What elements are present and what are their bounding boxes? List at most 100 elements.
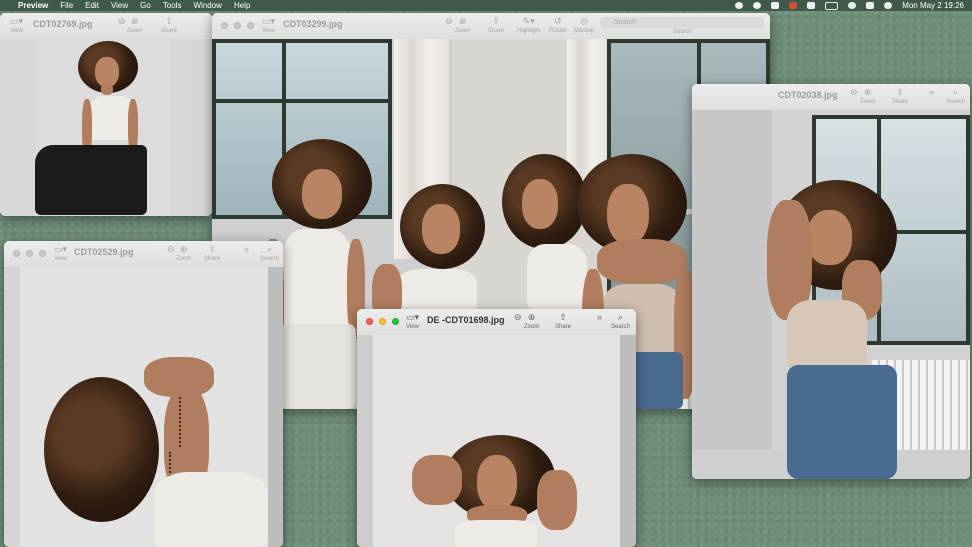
siri-icon[interactable] [884,2,893,9]
window-title: DE -CDT01698.jpg [427,315,505,325]
window-controls [366,318,399,325]
highlighter-icon: ✎▾ [522,16,535,26]
menu-file[interactable]: File [60,0,73,11]
window-title: CDT03299.jpg [283,19,343,29]
zoom-out-icon: ⊖ [118,16,126,26]
view-button[interactable]: ▭▾ View [54,244,67,262]
window-toolbar: ▭▾ View DE -CDT01698.jpg ⊖ ⊕ Zoom ⇧ Share »… [357,309,636,336]
cloud-icon[interactable] [753,2,762,9]
close-button[interactable] [13,250,20,257]
share-icon: ⇧ [896,87,904,97]
more-button[interactable]: » [597,312,602,324]
more-button[interactable]: » [244,244,249,256]
zoom-in-button[interactable]: ⊕ Zoom [127,16,142,34]
zoom-in-button[interactable]: ⊕ Zoom [176,244,191,262]
image-canvas [4,267,283,547]
image-canvas [0,39,212,216]
markup-button[interactable]: ◎ Markup [574,16,594,34]
view-button[interactable]: ▭▾ View [10,16,23,34]
search-button[interactable]: ⌕ Search [946,87,965,105]
menu-tools[interactable]: Tools [163,0,182,11]
zoom-out-icon: ⊖ [167,244,175,254]
sidebar-icon: ▭▾ [406,312,420,322]
window-toolbar: ▭▾ View CDT02529.jpg ⊖ ⊕ Zoom ⇧ Share » ⌕ Se… [4,241,283,268]
zoom-in-icon: ⊕ [179,244,188,254]
zoom-out-button[interactable]: ⊖ [118,16,126,28]
window-controls [221,22,254,29]
zoom-out-icon: ⊖ [445,16,453,26]
wifi-icon[interactable] [848,2,857,9]
menu-edit[interactable]: Edit [85,0,99,11]
share-button[interactable]: ⇧ Share [161,16,177,34]
zoom-in-icon: ⊕ [863,87,872,97]
chevrons-right-icon: » [244,244,250,254]
share-icon: ⇧ [492,16,500,26]
zoom-out-button[interactable]: ⊖ [514,312,522,324]
preview-window-de-cdt01698[interactable]: ▭▾ View DE -CDT01698.jpg ⊖ ⊕ Zoom ⇧ Share »… [357,309,636,547]
markup-icon: ◎ [580,16,588,26]
fullscreen-button[interactable] [247,22,254,29]
minimize-button[interactable] [234,22,241,29]
zoom-out-button[interactable]: ⊖ [445,16,453,28]
share-icon: ⇧ [208,244,216,254]
minimize-button[interactable] [379,318,386,325]
control-center-icon[interactable] [866,2,875,9]
window-controls [13,250,46,257]
highlight-button[interactable]: ✎▾ Highlight [517,16,540,34]
fullscreen-button[interactable] [39,250,46,257]
zoom-out-button[interactable]: ⊖ [167,244,175,256]
menu-window[interactable]: Window [194,0,222,11]
share-icon: ⇧ [165,16,173,26]
menu-go[interactable]: Go [140,0,151,11]
keyboard-icon[interactable] [807,2,816,9]
menu-help[interactable]: Help [234,0,250,11]
window-toolbar: ▭▾ View CDT02769.jpg ⊖ ⊕ Zoom ⇧ Share [0,13,212,40]
minimize-button[interactable] [26,250,33,257]
preview-window-cdt02038[interactable]: CDT02038.jpg ⊖ ⊕ Zoom ⇧ Share » ⌕ Search [692,84,970,479]
view-button[interactable]: ▭▾ View [406,312,419,330]
share-button[interactable]: ⇧ Share [892,87,908,105]
menubar-clock[interactable]: Mon May 2 19:26 [902,0,964,11]
close-button[interactable] [366,318,373,325]
status-area: Mon May 2 19:26 [735,0,964,11]
sidebar-icon: ▭▾ [54,244,68,254]
zoom-in-icon: ⊕ [130,16,139,26]
rotate-button[interactable]: ↺ Rotate [549,16,567,34]
window-title: CDT02038.jpg [778,90,838,100]
sidebar-icon: ▭▾ [10,16,24,26]
zoom-in-button[interactable]: ⊕ Zoom [860,87,875,105]
zoom-in-icon: ⊕ [458,16,467,26]
more-button[interactable]: » [929,87,934,99]
view-button[interactable]: ▭▾ View [262,16,275,34]
search-icon: ⌕ [952,87,959,97]
window-toolbar: CDT02038.jpg ⊖ ⊕ Zoom ⇧ Share » ⌕ Search [692,84,970,111]
rewind-icon[interactable] [771,2,780,9]
battery-icon[interactable] [825,1,839,10]
share-button[interactable]: ⇧ Share [204,244,220,262]
fullscreen-button[interactable] [392,318,399,325]
search-button[interactable]: ⌕ Search [260,244,279,262]
window-toolbar: ▭▾ View CDT03299.jpg ⊖ ⊕ Zoom ⇧ Share ✎▾ Hig… [212,13,770,40]
search-icon: ⌕ [617,312,624,322]
window-title: CDT02769.jpg [33,19,93,29]
chevrons-right-icon: » [929,87,935,97]
preview-window-cdt02769[interactable]: ▭▾ View CDT02769.jpg ⊖ ⊕ Zoom ⇧ Share [0,13,212,216]
preview-window-cdt02529[interactable]: ▭▾ View CDT02529.jpg ⊖ ⊕ Zoom ⇧ Share » ⌕ Se… [4,241,283,547]
zoom-out-icon: ⊖ [850,87,858,97]
zoom-in-button[interactable]: ⊕ Zoom [524,312,539,330]
window-title: CDT02529.jpg [74,247,134,257]
chevrons-right-icon: » [597,312,603,322]
flag-icon[interactable] [789,2,798,9]
menu-app-name[interactable]: Preview [18,0,48,11]
close-button[interactable] [221,22,228,29]
image-canvas [357,335,636,547]
zoom-in-button[interactable]: ⊕ Zoom [455,16,470,34]
share-button[interactable]: ⇧ Share [488,16,504,34]
creative-cloud-icon[interactable] [735,2,744,9]
zoom-out-button[interactable]: ⊖ [850,87,858,99]
search-input[interactable]: Search [600,17,764,28]
search-button[interactable]: ⌕ Search [611,312,630,330]
share-icon: ⇧ [559,312,567,322]
menu-view[interactable]: View [111,0,128,11]
share-button[interactable]: ⇧ Share [555,312,571,330]
